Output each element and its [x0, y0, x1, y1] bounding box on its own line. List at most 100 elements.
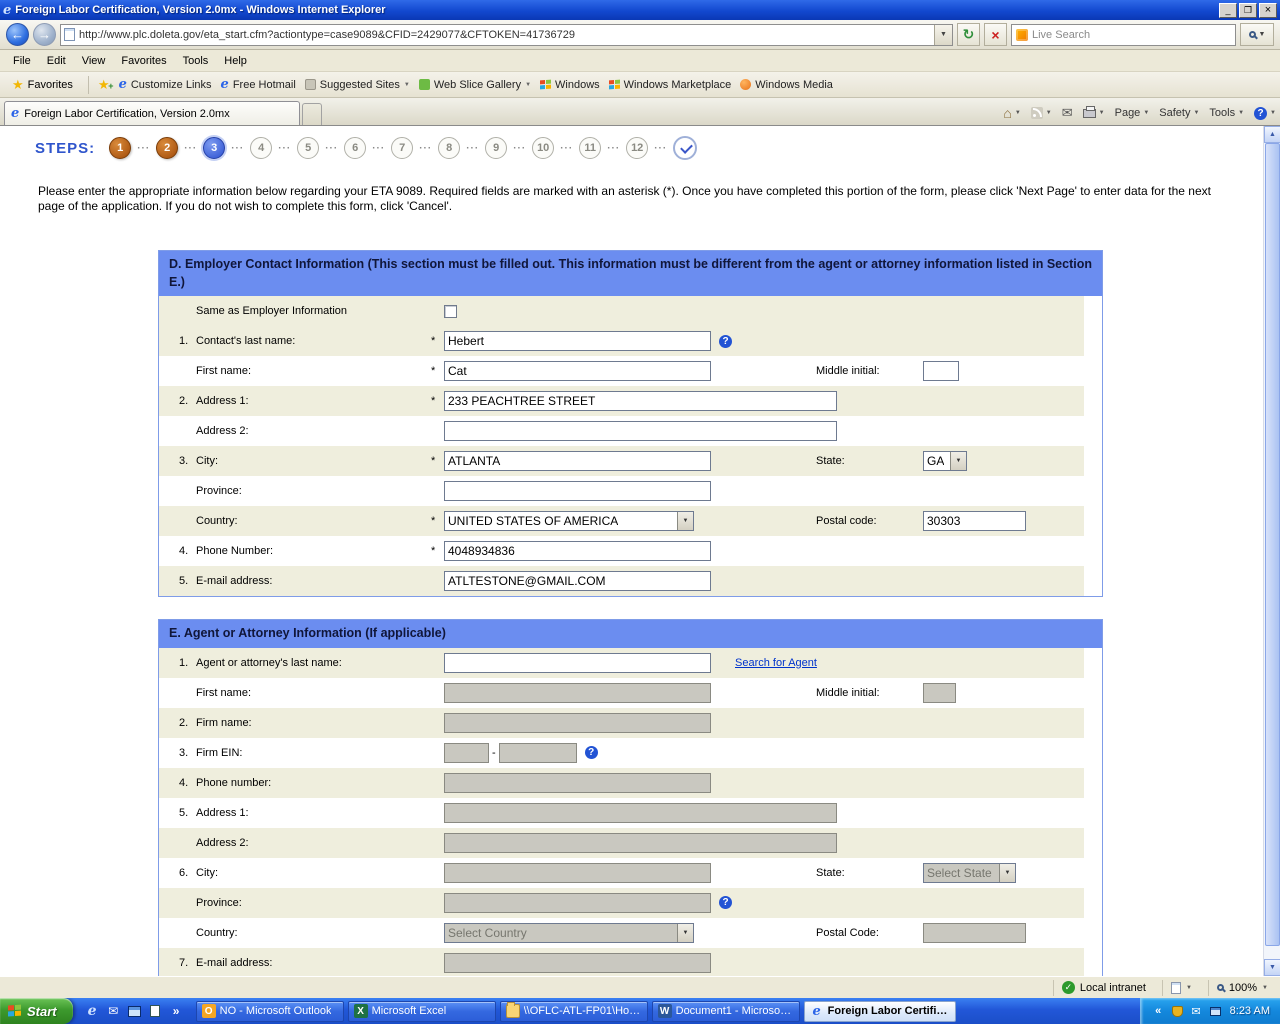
search-go-button[interactable] — [1240, 23, 1274, 46]
home-button[interactable] — [1003, 106, 1020, 120]
agent-country-label: Country: — [196, 927, 431, 939]
add-to-favorites-bar-icon[interactable] — [98, 78, 110, 91]
dropdown-arrow-icon — [999, 864, 1015, 882]
taskbar-button-outlook[interactable]: NO - Microsoft Outlook — [196, 1001, 344, 1022]
help-icon[interactable] — [719, 896, 732, 909]
refresh-button[interactable] — [957, 23, 980, 46]
phone-input[interactable] — [444, 541, 711, 561]
tray-mail-icon[interactable] — [1190, 1005, 1203, 1018]
page-menu-button[interactable]: Page — [1115, 107, 1150, 119]
forward-button[interactable]: → — [33, 23, 56, 46]
favorites-link-windows-marketplace[interactable]: Windows Marketplace — [609, 79, 732, 91]
first-name-input[interactable] — [444, 361, 711, 381]
help-icon[interactable] — [719, 335, 732, 348]
vertical-scrollbar[interactable]: ▲ ▼ — [1263, 126, 1280, 976]
taskbar-button-ie-active[interactable]: Foreign Labor Certific... — [804, 1001, 956, 1022]
step-separator — [560, 142, 573, 154]
scroll-up-button[interactable]: ▲ — [1264, 126, 1280, 143]
read-mail-button[interactable] — [1062, 105, 1073, 121]
url-box[interactable]: http://www.plc.doleta.gov/eta_start.cfm?… — [60, 24, 953, 46]
zoom-control[interactable]: 100% — [1208, 980, 1276, 996]
address-bar: ← → http://www.plc.doleta.gov/eta_start.… — [0, 20, 1280, 50]
back-button[interactable]: ← — [6, 23, 29, 46]
quick-launch-show-desktop-icon[interactable] — [127, 1004, 142, 1019]
quick-launch-ie-icon[interactable] — [85, 1004, 100, 1019]
firm-ein-label: Firm EIN: — [196, 747, 431, 759]
agent-last-name-input[interactable] — [444, 653, 711, 673]
system-tray: 8:23 AM — [1140, 998, 1280, 1024]
middle-initial-input[interactable] — [923, 361, 959, 381]
agent-email-label: E-mail address: — [196, 957, 431, 969]
row-address2: Address 2: — [159, 416, 1084, 446]
quick-launch-document-icon[interactable] — [148, 1004, 163, 1019]
same-as-employer-checkbox[interactable] — [444, 305, 457, 318]
city-input[interactable] — [444, 451, 711, 471]
scrollbar-thumb[interactable] — [1265, 143, 1280, 946]
tools-menu-button[interactable]: Tools — [1209, 107, 1244, 119]
email-input[interactable] — [444, 571, 711, 591]
menu-help[interactable]: Help — [217, 53, 254, 69]
windows-media-icon — [740, 79, 751, 90]
safety-menu-button[interactable]: Safety — [1159, 107, 1199, 119]
province-input[interactable] — [444, 481, 711, 501]
menu-tools[interactable]: Tools — [176, 53, 216, 69]
tray-network-icon[interactable] — [1209, 1005, 1222, 1018]
taskbar-button-excel[interactable]: Microsoft Excel — [348, 1001, 496, 1022]
dropdown-arrow-icon[interactable] — [677, 512, 693, 530]
tray-security-icon[interactable] — [1171, 1005, 1184, 1018]
url-dropdown-button[interactable] — [934, 25, 952, 45]
close-button[interactable] — [1259, 3, 1277, 18]
step-5: 5 — [297, 137, 319, 159]
print-button[interactable] — [1083, 109, 1105, 118]
menu-edit[interactable]: Edit — [40, 53, 73, 69]
favorites-label: Favorites — [28, 79, 73, 91]
maximize-button[interactable] — [1239, 3, 1257, 18]
scroll-down-button[interactable]: ▼ — [1264, 959, 1280, 976]
new-tab-button[interactable] — [302, 103, 322, 125]
favorites-button[interactable]: Favorites — [6, 76, 79, 93]
tab-title: Foreign Labor Certification, Version 2.0… — [24, 108, 229, 120]
stop-button[interactable] — [984, 23, 1007, 46]
step-separator — [372, 142, 385, 154]
tab-foreign-labor-certification[interactable]: Foreign Labor Certification, Version 2.0… — [4, 101, 300, 125]
address1-input[interactable] — [444, 391, 837, 411]
folder-icon — [506, 1004, 520, 1018]
contact-last-name-input[interactable] — [444, 331, 711, 351]
help-icon[interactable] — [585, 746, 598, 759]
tray-collapse-chevron[interactable] — [1152, 1005, 1165, 1018]
search-input[interactable]: Live Search — [1032, 29, 1090, 41]
start-button[interactable]: Start — [0, 998, 73, 1024]
step-separator — [654, 142, 667, 154]
taskbar-button-word[interactable]: Document1 - Microsoft ... — [652, 1001, 800, 1022]
chevron-down-icon — [404, 82, 410, 88]
favorites-link-windows[interactable]: Windows — [540, 79, 600, 91]
favorites-link-web-slice-gallery[interactable]: Web Slice Gallery — [419, 79, 531, 91]
firm-ein-input-2 — [499, 743, 577, 763]
menu-view[interactable]: View — [75, 53, 113, 69]
search-box[interactable]: Live Search — [1011, 24, 1236, 46]
url-text[interactable]: http://www.plc.doleta.gov/eta_start.cfm?… — [79, 29, 575, 41]
row-agent-province: Province: — [159, 888, 1084, 918]
taskbar-button-explorer[interactable]: \\OFLC-ATL-FP01\Home\... — [500, 1001, 648, 1022]
state-select[interactable]: GA — [923, 451, 967, 471]
menu-favorites[interactable]: Favorites — [114, 53, 173, 69]
country-select[interactable]: UNITED STATES OF AMERICA — [444, 511, 694, 531]
postal-code-input[interactable] — [923, 511, 1026, 531]
favorites-link-customize-links[interactable]: Customize Links — [119, 78, 212, 91]
menu-file[interactable]: File — [6, 53, 38, 69]
favorites-link-windows-media[interactable]: Windows Media — [740, 79, 833, 91]
refresh-icon — [963, 26, 975, 43]
minimize-button[interactable] — [1219, 3, 1237, 18]
row-agent-address1: 5. Address 1: — [159, 798, 1084, 828]
search-for-agent-link[interactable]: Search for Agent — [735, 657, 817, 669]
feeds-button[interactable] — [1031, 107, 1052, 119]
favorites-link-suggested-sites[interactable]: Suggested Sites — [305, 79, 410, 91]
dropdown-arrow-icon[interactable] — [950, 452, 966, 470]
firm-name-label: Firm name: — [196, 717, 431, 729]
favorites-link-free-hotmail[interactable]: Free Hotmail — [221, 78, 296, 91]
address2-input[interactable] — [444, 421, 837, 441]
quick-launch-mail-icon[interactable] — [106, 1004, 121, 1019]
quick-launch-overflow-chevron[interactable] — [169, 1004, 184, 1019]
protected-mode-panel[interactable] — [1162, 980, 1200, 996]
help-button[interactable] — [1254, 107, 1276, 120]
